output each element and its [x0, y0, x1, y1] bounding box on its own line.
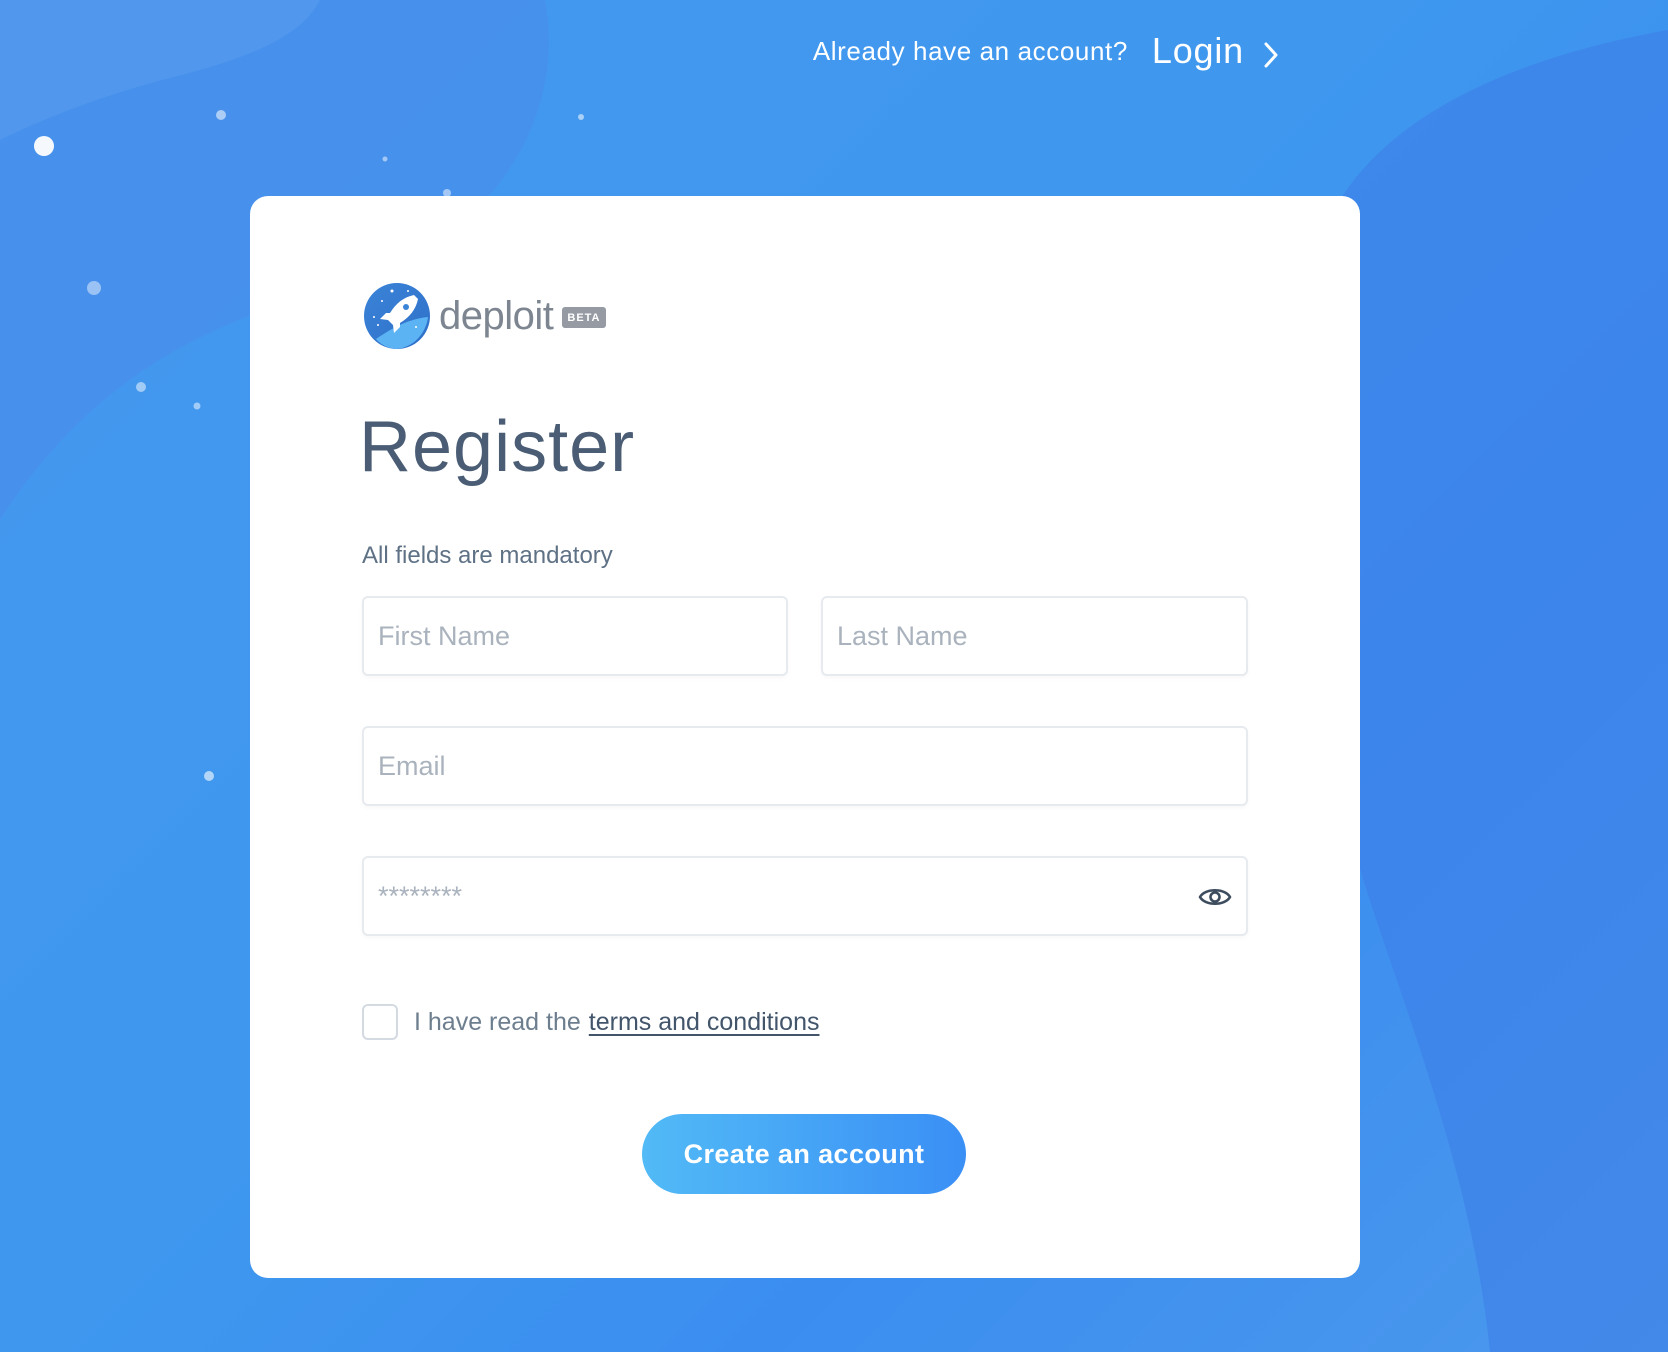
- password-input[interactable]: [364, 858, 1246, 934]
- first-name-input[interactable]: [364, 598, 786, 674]
- terms-row: I have read the terms and conditions: [362, 1004, 819, 1040]
- email-field: [362, 726, 1248, 806]
- eye-icon[interactable]: [1198, 885, 1232, 909]
- chevron-right-icon: [1264, 42, 1278, 68]
- create-account-button[interactable]: Create an account: [642, 1114, 966, 1194]
- terms-checkbox[interactable]: [362, 1004, 398, 1040]
- register-card: deploit BETA Register All fields are man…: [250, 196, 1360, 1278]
- last-name-input[interactable]: [823, 598, 1246, 674]
- login-link[interactable]: Login: [1152, 30, 1280, 72]
- rocket-logo-icon: [364, 283, 430, 349]
- terms-link[interactable]: terms and conditions: [589, 1008, 820, 1037]
- email-input[interactable]: [364, 728, 1246, 804]
- last-name-field: [821, 596, 1248, 676]
- form-subtitle: All fields are mandatory: [362, 542, 613, 569]
- account-prompt-text: Already have an account?: [812, 35, 1128, 66]
- login-prompt-bar: Already have an account? Login: [813, 30, 1280, 72]
- login-label: Login: [1151, 30, 1244, 71]
- page-title: Register: [359, 407, 636, 487]
- brand-logo: deploit BETA: [362, 281, 606, 351]
- brand-name: deploit: [439, 293, 554, 338]
- terms-text: I have read the: [414, 1007, 581, 1036]
- beta-badge: BETA: [562, 307, 606, 328]
- password-field: [362, 856, 1248, 936]
- first-name-field: [362, 596, 788, 676]
